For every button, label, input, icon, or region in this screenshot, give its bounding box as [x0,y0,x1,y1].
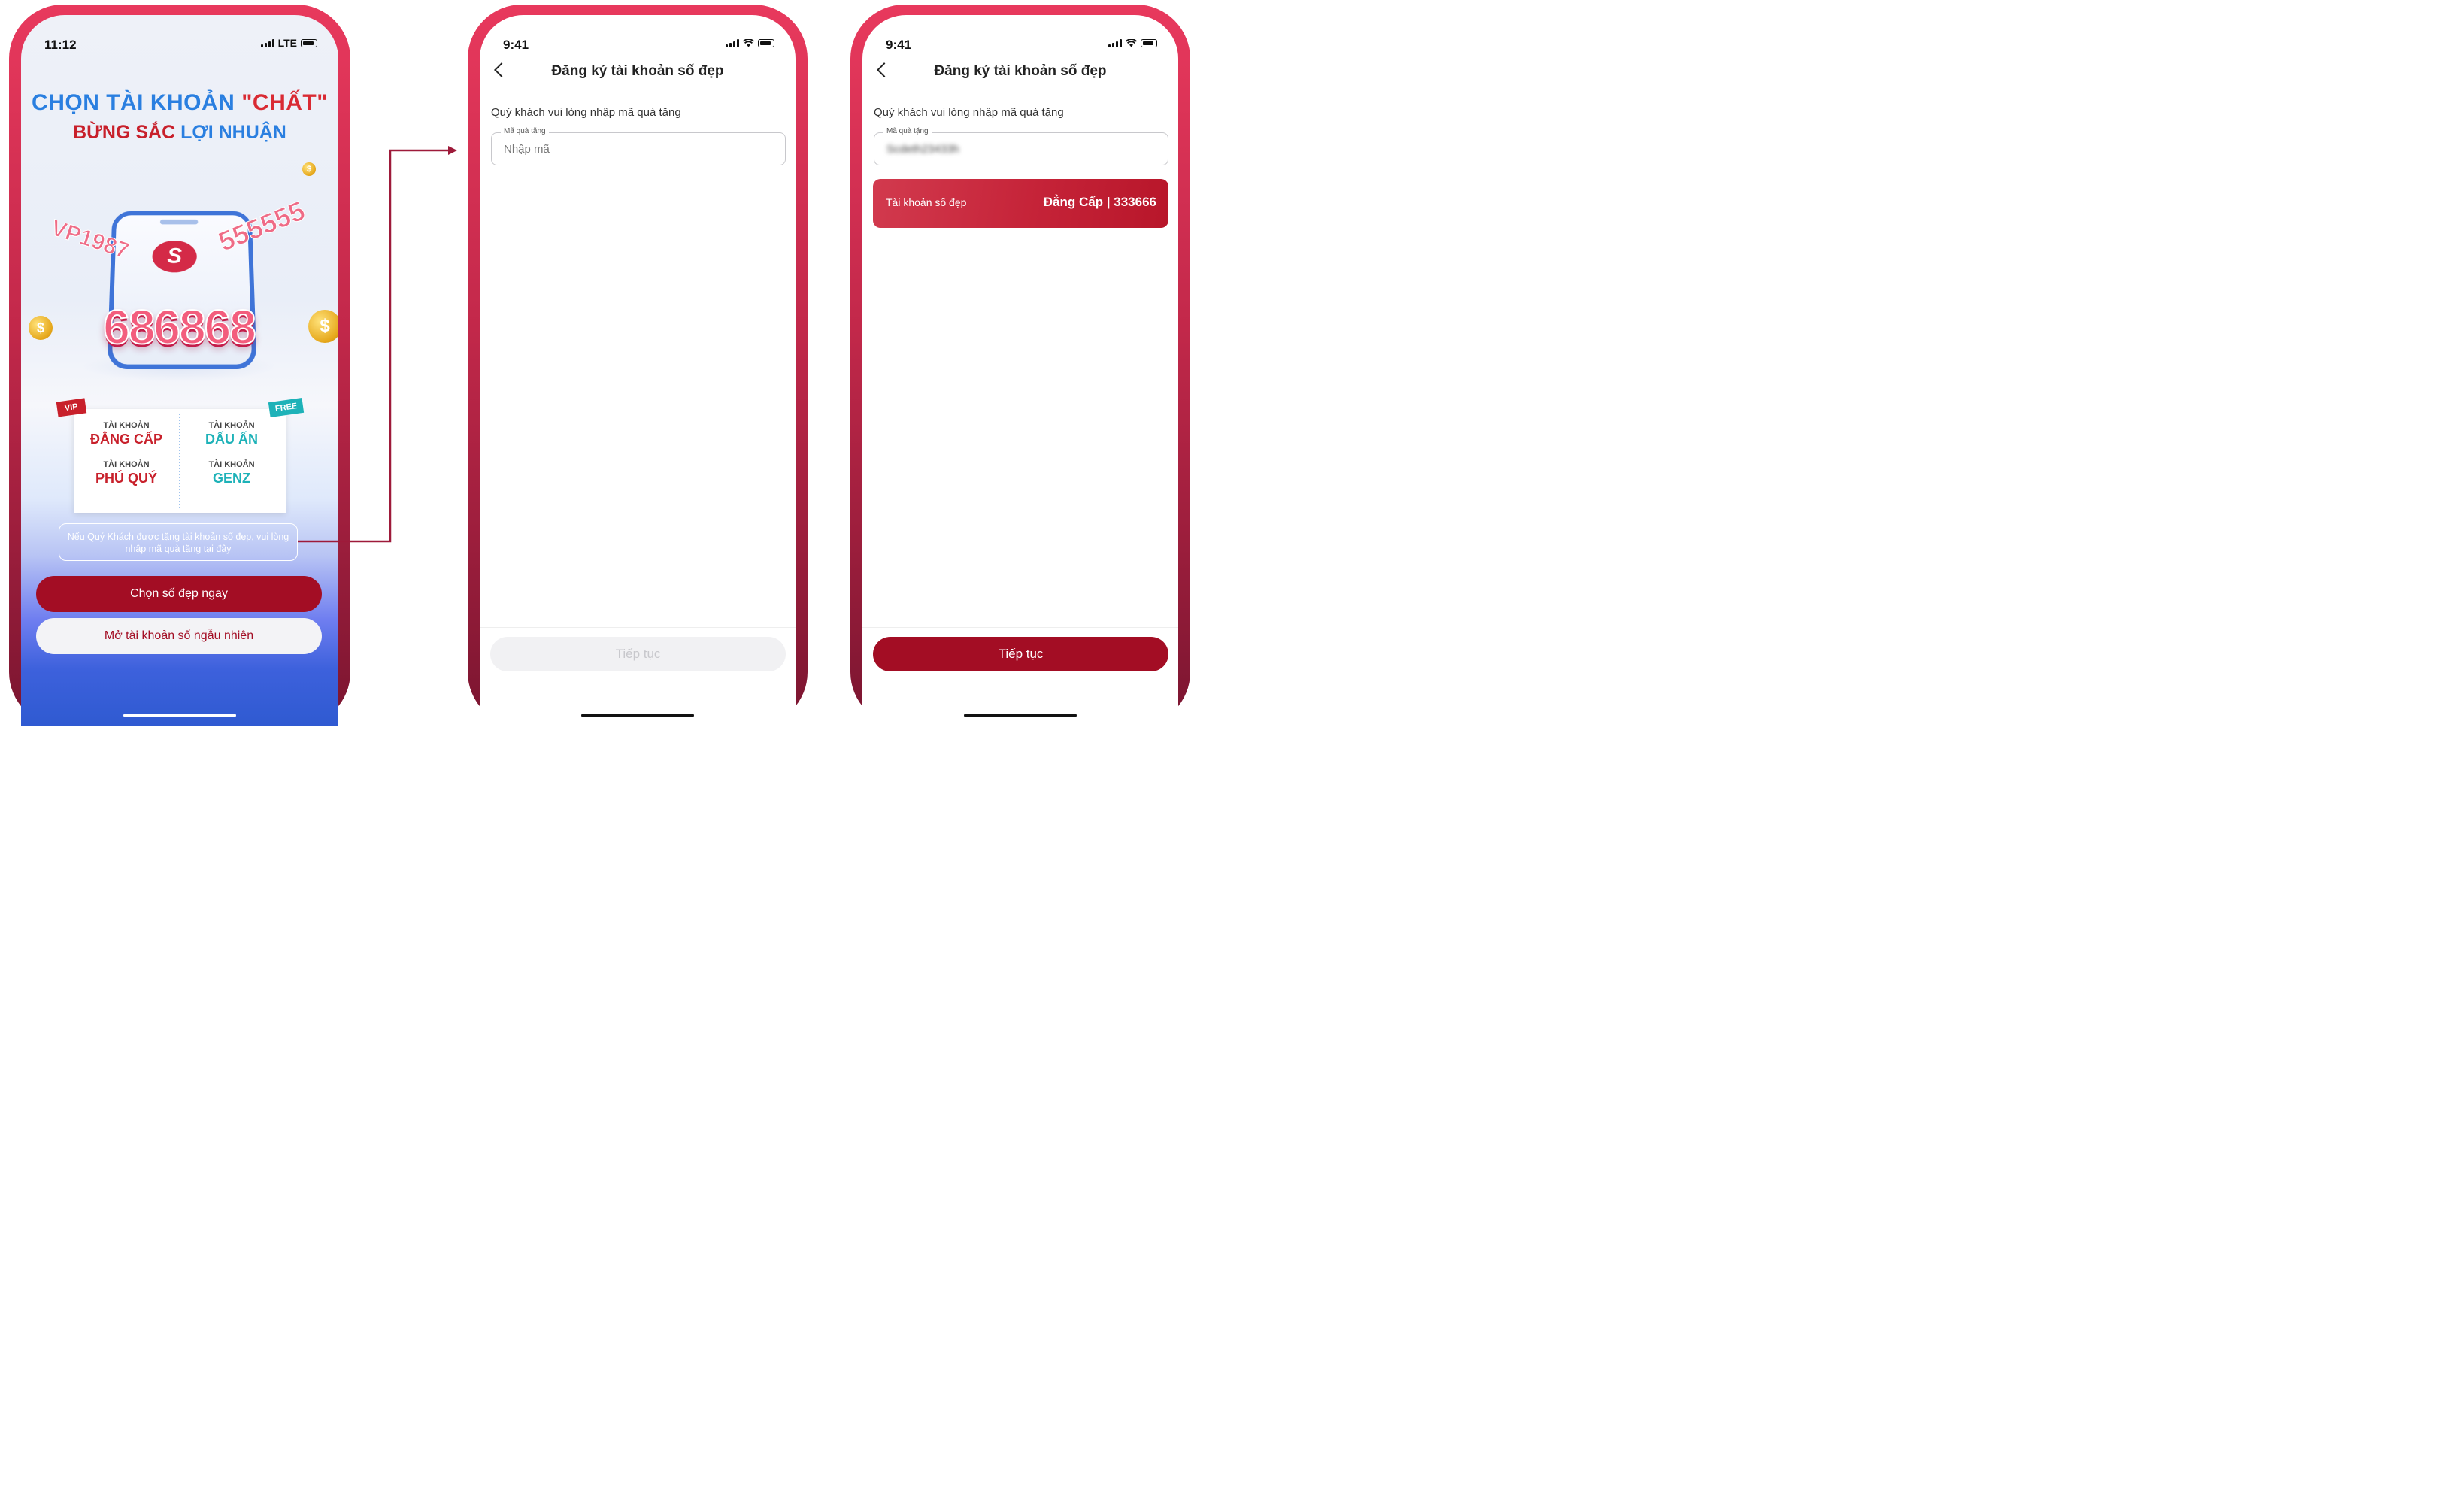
hero-title-line2: BỪNG SẮC LỢI NHUẬN [21,122,338,144]
gift-code-value: Scdeth23433h [886,143,959,156]
ticket-cell-phu-quy: TÀI KHOẢN PHÚ QUÝ [74,460,179,486]
ticket-cell-genz: TÀI KHOẢN GENZ [179,460,284,486]
ticket-cell-value: GENZ [212,471,250,486]
ticket-cell-label: TÀI KHOẢN [103,460,150,469]
bank-logo-icon: S [152,241,197,273]
ticket-cell-value: PHÚ QUÝ [95,471,157,486]
vanity-account-card: Tài khoản số đẹp Đẳng Cấp | 333666 [873,179,1168,228]
hero-subtitle-part: BỪNG SẮC [73,122,181,143]
continue-button[interactable]: Tiếp tục [873,637,1168,671]
coin-icon: $ [29,316,53,340]
random-account-button[interactable]: Mở tài khoản số ngẫu nhiên [36,618,322,654]
gift-code-result-screen: 9:41 Đăng ký tài khoản số đẹp Quý khách … [862,15,1178,726]
free-ribbon: FREE [268,397,305,418]
hero-title-line1: CHỌN TÀI KHOẢN "CHẤT" [21,90,338,116]
continue-button[interactable]: Tiếp tục [490,637,786,671]
network-type: LTE [277,37,297,49]
ticket-cell-value: DẤU ẤN [205,432,258,447]
hero-subtitle-highlight: LỢI NHUẬN [180,122,286,143]
vanity-account-value: Đẳng Cấp | 333666 [1043,195,1156,209]
signal-icon [726,39,739,47]
page-title: Đăng ký tài khoản số đẹp [934,63,1107,79]
status-bar: 9:41 [480,15,796,57]
phone-mockup-gift-code-filled: 9:41 Đăng ký tài khoản số đẹp Quý khách … [850,5,1190,726]
page-title: Đăng ký tài khoản số đẹp [551,63,724,79]
gift-code-label: Mã quà tặng [501,127,549,135]
ticket-cell-value: ĐẲNG CẤP [89,432,162,447]
choose-number-button[interactable]: Chọn số đẹp ngay [36,576,322,612]
wifi-icon [743,39,754,47]
hero-title-highlight: "CHẤT" [241,90,328,115]
home-indicator [123,714,236,717]
hero-number-main: 686868 [102,299,257,355]
home-indicator [964,714,1077,717]
status-time: 11:12 [44,38,77,52]
signal-icon [1108,39,1122,47]
gift-code-link[interactable]: Nếu Quý Khách được tặng tài khoản số đẹp… [59,523,298,561]
gift-code-prompt: Quý khách vui lòng nhập mã quà tặng [491,106,681,119]
battery-icon [1141,39,1157,47]
ticket-cell-label: TÀI KHOẢN [208,460,255,469]
coin-icon: $ [308,310,338,343]
home-indicator [581,714,694,717]
gift-code-prompt: Quý khách vui lòng nhập mã quà tặng [874,106,1064,119]
signal-icon [260,39,274,47]
hero-number-right: 555555 [214,195,310,258]
phone-mockup-gift-code-empty: 9:41 Đăng ký tài khoản số đẹp Quý khách … [468,5,808,726]
ticket-cell-label: TÀI KHOẢN [208,421,255,430]
coin-icon: $ [302,162,316,176]
wifi-icon [1126,39,1137,47]
battery-icon [758,39,774,47]
ticket-cell-dang-cap: TÀI KHOẢN ĐẲNG CẤP [74,421,179,447]
gift-code-label: Mã quà tặng [883,127,932,135]
status-time: 9:41 [886,38,912,52]
status-time: 9:41 [503,38,529,52]
gift-code-input[interactable]: Mã quà tặng Nhập mã [491,127,786,165]
status-bar: 11:12 LTE [21,15,338,57]
account-types-ticket: TÀI KHOẢN ĐẲNG CẤP TÀI KHOẢN DẤU ẤN TÀI … [74,409,286,513]
phone-notch [159,219,199,225]
battery-icon [301,39,317,47]
vanity-account-label: Tài khoản số đẹp [886,196,967,208]
hero-title-part: CHỌN TÀI KHOẢN [32,90,242,115]
ticket-cell-dau-an: TÀI KHOẢN DẤU ẤN [179,421,284,447]
gift-code-input[interactable]: Mã quà tặng Scdeth23433h [874,127,1168,165]
gift-code-placeholder: Nhập mã [504,143,550,156]
status-bar: 9:41 [862,15,1178,57]
phone-mockup-promo: 11:12 LTE CHỌN TÀI KHOẢN "CHẤT" BỪNG SẮC… [9,5,350,726]
ticket-cell-label: TÀI KHOẢN [103,421,150,430]
promo-screen: 11:12 LTE CHỌN TÀI KHOẢN "CHẤT" BỪNG SẮC… [21,15,338,726]
gift-code-screen: 9:41 Đăng ký tài khoản số đẹp Quý khách … [480,15,796,726]
